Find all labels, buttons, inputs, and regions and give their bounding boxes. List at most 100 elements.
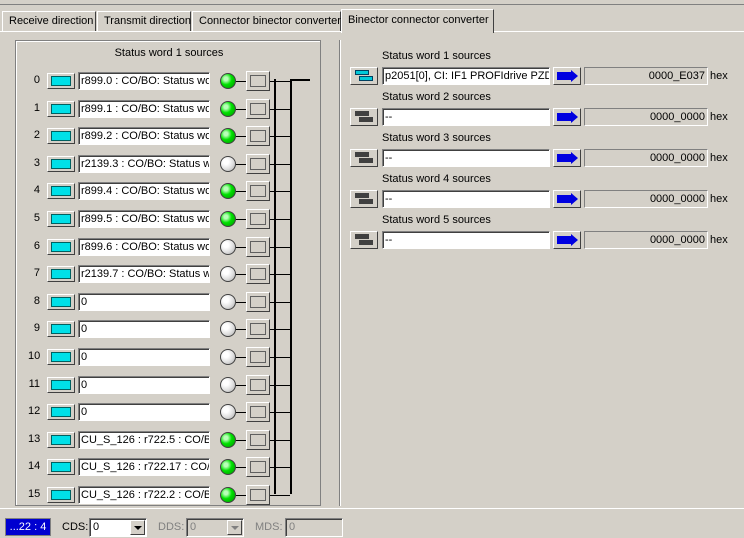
source-field[interactable]: -- <box>382 231 550 249</box>
source-select-button[interactable] <box>47 431 75 448</box>
output-arrow-button[interactable] <box>553 231 581 249</box>
connector-line <box>236 301 246 303</box>
source-field[interactable]: -- <box>382 190 550 208</box>
invert-button[interactable] <box>246 347 270 367</box>
invert-button[interactable] <box>246 319 270 340</box>
invert-button[interactable] <box>246 126 270 147</box>
invert-button[interactable] <box>246 236 270 257</box>
bit-source-field[interactable]: r899.5 : CO/BO: Status wo <box>78 210 210 228</box>
invert-button[interactable] <box>246 429 270 450</box>
bit-source-field[interactable]: 0 <box>78 292 210 311</box>
invert-button[interactable] <box>246 457 270 478</box>
source-field[interactable]: -- <box>382 108 550 126</box>
source-select-button[interactable] <box>47 321 75 338</box>
tab-binector-connector-converter[interactable]: Binector connector converter <box>341 9 494 33</box>
bit-state-led-icon <box>220 73 236 89</box>
bit-index: 0 <box>33 74 40 86</box>
source-select-button[interactable] <box>47 155 75 172</box>
bit-source-field[interactable]: r899.2 : CO/BO: Status wo <box>78 127 210 146</box>
bit-source-field[interactable]: 0 <box>78 348 210 366</box>
source-select-button[interactable] <box>47 238 75 255</box>
source-select-button[interactable] <box>47 349 75 365</box>
invert-button[interactable] <box>246 71 270 91</box>
source-select-button[interactable] <box>350 231 378 249</box>
invert-button[interactable] <box>246 98 270 119</box>
connector-icon <box>51 214 71 224</box>
connector-icon <box>51 296 71 307</box>
connector-icon <box>355 111 369 116</box>
bit-source-field[interactable]: r899.6 : CO/BO: Status wo <box>78 237 210 256</box>
invert-button[interactable] <box>246 374 270 395</box>
unit-label: hex <box>710 193 728 205</box>
bit-source-field[interactable]: CU_S_126 : r722.17 : CO/I <box>78 458 210 477</box>
connector-line <box>236 274 246 276</box>
bit-index: 13 <box>28 432 41 445</box>
bit-source-field[interactable]: r2139.3 : CO/BO: Status w <box>78 154 210 173</box>
source-select-button[interactable] <box>47 128 75 145</box>
unit-label: hex <box>710 234 728 246</box>
bit-index: 10 <box>28 350 41 362</box>
output-value: 0000_E037 <box>584 67 708 85</box>
source-select-button[interactable] <box>47 404 75 421</box>
invert-button[interactable] <box>246 402 270 423</box>
bit-source-field[interactable]: 0 <box>78 403 210 422</box>
connector-line <box>236 136 246 138</box>
section-label: Status word 5 sources <box>382 214 491 226</box>
source-select-button[interactable] <box>350 67 378 85</box>
bit-source-field[interactable]: CU_S_126 : r722.5 : CO/B <box>78 430 210 449</box>
cds-select[interactable]: 0 <box>89 518 147 537</box>
invert-button[interactable] <box>246 291 270 312</box>
status-bar: ...22 : 4 CDS: 0 DDS: 0 MDS: 0 <box>0 508 744 538</box>
bit-state-led-icon <box>220 155 236 172</box>
output-arrow-button[interactable] <box>553 149 581 167</box>
inverter-icon <box>250 489 266 501</box>
bit-state-led-icon <box>220 431 236 448</box>
section-label: Status word 2 sources <box>382 91 491 103</box>
connector-icon <box>51 324 71 335</box>
connector-icon <box>51 490 71 500</box>
invert-button[interactable] <box>246 485 270 505</box>
tab-connector-binector-converter[interactable]: Connector binector converter <box>192 11 341 31</box>
source-field[interactable]: -- <box>382 149 550 167</box>
invert-button[interactable] <box>246 264 270 285</box>
output-arrow-button[interactable] <box>553 190 581 208</box>
source-select-button[interactable] <box>47 459 75 476</box>
source-select-button[interactable] <box>350 149 378 167</box>
source-select-button[interactable] <box>47 376 75 393</box>
inverter-icon <box>250 433 266 446</box>
bit-state-led-icon <box>220 238 236 255</box>
source-select-button[interactable] <box>47 73 75 89</box>
bit-source-field[interactable]: 0 <box>78 375 210 394</box>
inverter-icon <box>250 102 266 115</box>
bit-source-field[interactable]: 0 <box>78 320 210 339</box>
source-select-button[interactable] <box>47 487 75 503</box>
unit-label: hex <box>710 111 728 123</box>
source-select-button[interactable] <box>47 266 75 283</box>
bit-index: 2 <box>33 129 40 142</box>
source-select-button[interactable] <box>47 211 75 227</box>
bit-source-field[interactable]: CU_S_126 : r722.2 : CO/B <box>78 486 210 504</box>
bit-source-field[interactable]: r2139.7 : CO/BO: Status w <box>78 265 210 284</box>
output-arrow-button[interactable] <box>553 67 581 85</box>
bit-state-led-icon <box>220 376 236 393</box>
source-select-button[interactable] <box>350 190 378 208</box>
invert-button[interactable] <box>246 153 270 174</box>
tab-receive-direction[interactable]: Receive direction <box>2 11 96 31</box>
output-arrow-button[interactable] <box>553 108 581 126</box>
bit-source-field[interactable]: r899.0 : CO/BO: Status wo <box>78 72 210 90</box>
inverter-icon <box>250 323 266 336</box>
invert-button[interactable] <box>246 209 270 229</box>
source-field[interactable]: p2051[0], CI: IF1 PROFIdrive PZD <box>382 67 550 85</box>
source-select-button[interactable] <box>47 100 75 117</box>
chevron-down-icon[interactable] <box>130 520 145 535</box>
connector-icon <box>51 269 71 280</box>
source-select-button[interactable] <box>350 108 378 126</box>
source-select-button[interactable] <box>47 183 75 200</box>
invert-button[interactable] <box>246 181 270 202</box>
bit-state-led-icon <box>220 487 236 503</box>
bit-source-field[interactable]: r899.1 : CO/BO: Status wo <box>78 99 210 118</box>
source-select-button[interactable] <box>47 293 75 310</box>
bit-source-field[interactable]: r899.4 : CO/BO: Status wo <box>78 182 210 201</box>
bit-index: 15 <box>28 488 41 500</box>
tab-transmit-direction[interactable]: Transmit direction <box>97 11 191 31</box>
